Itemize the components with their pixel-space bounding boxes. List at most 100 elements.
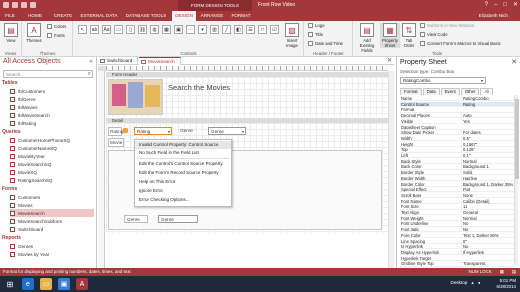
nav-section-reports[interactable]: Reports: [2, 235, 21, 241]
view-code-button[interactable]: View Code: [420, 32, 448, 37]
nav-item[interactable]: MovieSearchSubform: [10, 217, 94, 225]
object-selector-dropdown[interactable]: RatingCombo ▾: [400, 77, 486, 84]
nav-section-forms[interactable]: Forms: [2, 186, 17, 192]
close-property-sheet-icon[interactable]: ✕: [511, 58, 517, 66]
property-value[interactable]: Hairline: [461, 175, 514, 182]
property-value[interactable]: Background 1, Darker 35%: [461, 181, 514, 187]
menu-item-no-such-field[interactable]: No Such Field in the Field List: [135, 149, 231, 157]
property-value[interactable]: None: [461, 192, 514, 199]
property-value[interactable]: Calibri (Detail): [461, 198, 514, 204]
ptab-other[interactable]: Other: [460, 88, 480, 95]
redo-icon[interactable]: [30, 2, 36, 8]
property-value[interactable]: Text 1, Darker 50%: [461, 232, 514, 239]
fonts-button[interactable]: Fonts: [47, 33, 65, 38]
property-row[interactable]: Show Date Picker For dates: [400, 130, 514, 136]
property-row[interactable]: Datasheet Caption: [400, 125, 514, 130]
menu-item-error-checking-options[interactable]: Error Checking Options...: [135, 196, 231, 204]
nav-item[interactable]: Movies by Year: [10, 250, 94, 258]
nav-item[interactable]: tblMovieSearch: [10, 111, 94, 119]
list-box-icon[interactable]: ☰: [246, 25, 255, 34]
menu-item-ignore-error[interactable]: Ignore Error: [135, 187, 231, 195]
property-row[interactable]: Control Source Rating: [400, 101, 514, 107]
property-value[interactable]: No: [461, 227, 514, 233]
collapse-nav-icon[interactable]: «: [90, 59, 93, 65]
nav-item[interactable]: CustomerNameSQ: [10, 144, 94, 152]
warning-smart-tag-icon[interactable]: [123, 128, 128, 133]
tab-format[interactable]: FORMAT: [228, 11, 254, 21]
doc-tab-moviesearch[interactable]: MovieSearch: [139, 57, 181, 65]
tab-design[interactable]: DESIGN: [172, 11, 196, 21]
menu-item-invalid-control-property[interactable]: Invalid Control Property: Control Source: [135, 141, 231, 149]
ptab-event[interactable]: Event: [440, 88, 460, 95]
canvas-vertical-scrollbar[interactable]: [388, 71, 394, 268]
toggle-icon[interactable]: ◧: [234, 25, 243, 34]
nav-search-input[interactable]: Search... ⌕: [3, 70, 93, 78]
property-row[interactable]: Gridline Style Top Transparent: [400, 261, 514, 267]
page-break-icon[interactable]: ⋯: [186, 25, 195, 34]
tab-database-tools[interactable]: DATABASE TOOLS: [122, 11, 170, 21]
rating-combo-box[interactable]: Rating ▾: [134, 127, 172, 135]
property-row[interactable]: Height 0.1667": [400, 141, 514, 147]
rectangle-icon[interactable]: □: [258, 25, 267, 34]
desktop-label[interactable]: Desktop: [451, 280, 468, 286]
minimize-button[interactable]: –: [494, 0, 497, 11]
save-icon[interactable]: [12, 2, 18, 8]
logo-button[interactable]: Logo: [308, 23, 325, 28]
property-value[interactable]: 11: [461, 204, 514, 210]
tab-create[interactable]: CREATE: [50, 11, 76, 21]
property-value[interactable]: Solid: [461, 170, 514, 176]
nav-item[interactable]: Movies: [10, 201, 94, 209]
property-value[interactable]: 0.1": [461, 153, 514, 159]
line-icon[interactable]: ╱: [222, 25, 231, 34]
nav-item[interactable]: CustomerHomePhoneSQ: [10, 136, 94, 144]
property-value[interactable]: No: [461, 244, 514, 250]
close-document-icon[interactable]: ✕: [387, 57, 392, 65]
internet-explorer-icon[interactable]: e: [22, 278, 34, 290]
ptab-data[interactable]: Data: [422, 88, 440, 95]
undo-icon[interactable]: [21, 2, 27, 8]
genre-label[interactable]: Genre: [180, 127, 193, 134]
nav-item[interactable]: Customers: [10, 193, 94, 201]
property-row[interactable]: Border Color Background 1, Darker 35%: [400, 181, 514, 187]
property-value[interactable]: Rating: [461, 101, 514, 107]
property-row[interactable]: Border Style Solid: [400, 170, 514, 176]
option-group-icon[interactable]: ▣: [174, 25, 183, 34]
property-row[interactable]: Scroll Bars None: [400, 192, 514, 199]
property-row[interactable]: Font Name Calibri (Detail): [400, 198, 514, 204]
nav-item[interactable]: tblCustomers: [10, 87, 94, 95]
tab-home[interactable]: HOME: [22, 11, 48, 21]
genre-combo-box[interactable]: Genre ▾: [208, 127, 246, 135]
tab-control-icon[interactable]: ▯: [126, 25, 135, 34]
property-value[interactable]: For dates: [461, 130, 514, 136]
property-value[interactable]: Normal: [461, 158, 514, 164]
title-button[interactable]: Title: [308, 32, 323, 37]
property-value[interactable]: 0": [461, 238, 514, 244]
colors-button[interactable]: Colors: [47, 24, 66, 29]
property-value[interactable]: Yes: [461, 118, 514, 125]
movie-label[interactable]: Movie: [108, 138, 124, 147]
property-row[interactable]: Line Spacing 0": [400, 238, 514, 244]
property-row[interactable]: Font Underline No: [400, 221, 514, 227]
property-row[interactable]: Back Style Normal: [400, 158, 514, 164]
maximize-button[interactable]: □: [503, 0, 507, 11]
property-value[interactable]: Background 1: [461, 164, 514, 170]
store-icon[interactable]: ▣: [58, 278, 70, 290]
view-button[interactable]: ▤ View: [1, 23, 21, 43]
nav-item[interactable]: MovieSQ: [10, 168, 94, 176]
property-row[interactable]: Fore Color Text 1, Darker 50%: [400, 232, 514, 239]
tab-file[interactable]: FILE: [0, 11, 20, 21]
design-view-icon[interactable]: ▦: [500, 268, 504, 276]
help-button[interactable]: ?: [485, 0, 488, 11]
property-row[interactable]: Left 0.1": [400, 153, 514, 159]
ptab-all[interactable]: All: [480, 88, 494, 95]
access-taskbar-icon[interactable]: A: [76, 278, 88, 290]
property-value[interactable]: RatingCombo: [461, 96, 514, 102]
property-value[interactable]: Flat: [461, 187, 514, 193]
rating-label[interactable]: Rating: [108, 127, 123, 136]
nav-item[interactable]: MovieSearchSQ: [10, 160, 94, 168]
property-row[interactable]: Font Italic No: [400, 227, 514, 233]
network-icon[interactable]: ▴: [471, 280, 473, 286]
property-row[interactable]: Border Width Hairline: [400, 175, 514, 182]
menu-item-edit-control-source[interactable]: Edit the Control's Control Source Proper…: [135, 160, 231, 168]
clock[interactable]: 5:01 PM 6/28/2014: [496, 278, 516, 290]
